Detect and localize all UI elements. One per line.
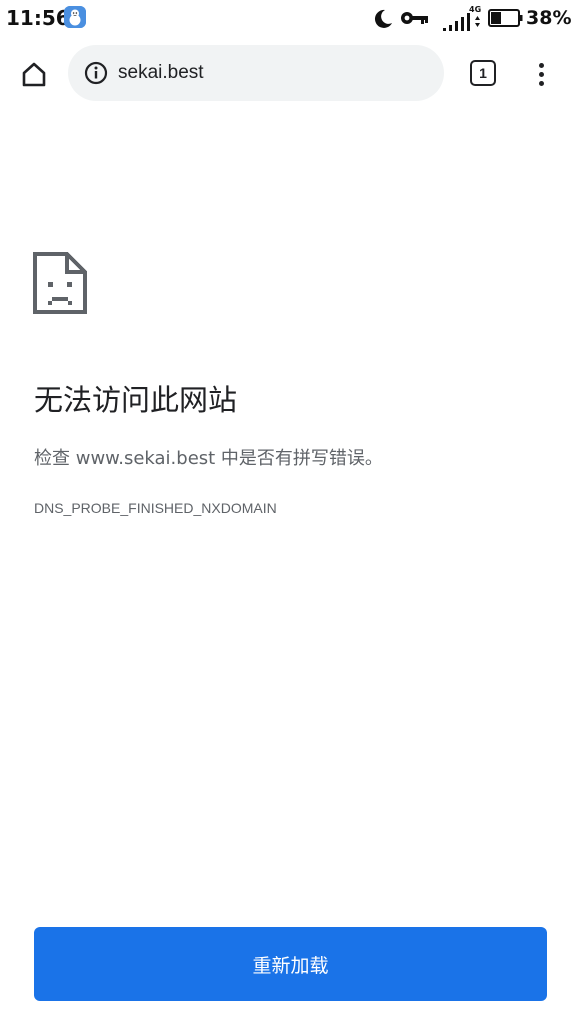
battery-percent: 38% (526, 7, 572, 29)
reload-button[interactable]: 重新加载 (34, 927, 547, 1001)
snowman-app-icon (64, 6, 86, 28)
error-message: 检查 www.sekai.best 中是否有拼写错误。 (34, 448, 383, 469)
tab-count: 1 (479, 65, 487, 81)
info-icon[interactable] (84, 61, 108, 89)
error-title: 无法访问此网站 (34, 383, 238, 417)
menu-dot (538, 62, 544, 68)
menu-dot (538, 71, 544, 77)
url-text[interactable]: sekai.best (118, 61, 204, 85)
tab-switcher-button[interactable]: 1 (470, 60, 496, 86)
signal-strength-icon: 4G (442, 4, 482, 38)
sad-document-icon (33, 252, 87, 318)
error-code[interactable]: DNS_PROBE_FINISHED_NXDOMAIN (34, 498, 277, 518)
status-time: 11:56 (6, 6, 70, 30)
status-indicators: 4G 38% (372, 4, 572, 32)
menu-dot (538, 80, 544, 86)
status-bar: 11:56 4G 38% (0, 0, 580, 36)
browser-toolbar: sekai.best 1 (0, 36, 580, 112)
more-options-button[interactable] (526, 56, 556, 92)
browser-screen: 11:56 4G 38% sekai.best 1 无法访问此网站 检查 www… (0, 0, 580, 1031)
network-type-label: 4G (469, 5, 481, 14)
omnibox[interactable]: sekai.best (68, 45, 444, 101)
home-icon (20, 60, 48, 92)
vpn-key-icon (400, 10, 430, 30)
more-vert-icon (538, 62, 544, 86)
do-not-disturb-moon-icon (372, 8, 394, 34)
home-button[interactable] (14, 56, 54, 96)
battery-icon (488, 8, 524, 32)
